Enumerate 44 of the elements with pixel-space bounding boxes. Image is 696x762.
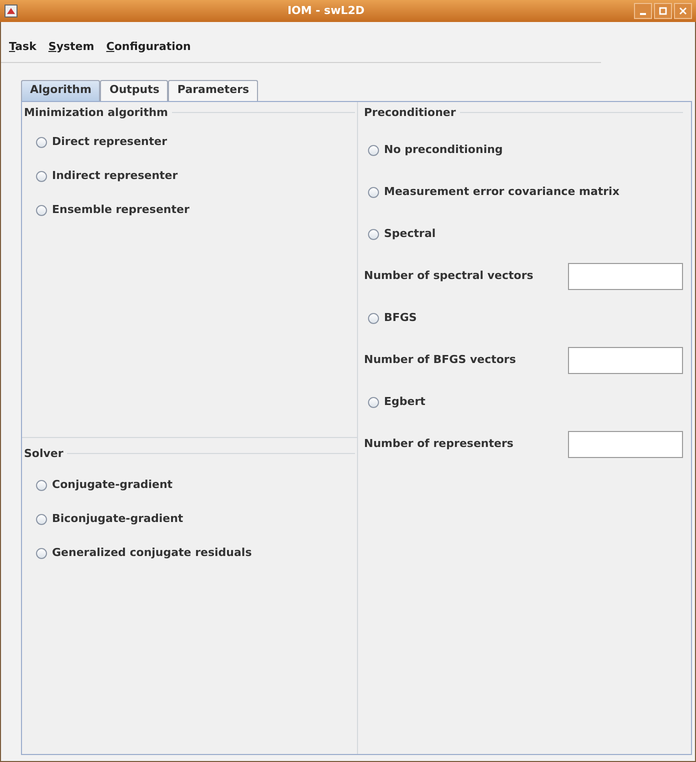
radio-button[interactable]: [36, 514, 47, 524]
radio-label: Egbert: [384, 394, 426, 410]
maximize-icon: [659, 7, 667, 15]
tab[interactable]: Outputs: [100, 80, 168, 100]
radio-label: Generalized conjugate residuals: [52, 544, 252, 561]
menu-item[interactable]: System: [48, 39, 94, 56]
group-title: Minimization algorithm: [24, 104, 168, 120]
radio-button[interactable]: [36, 136, 47, 148]
field-label: Number of representers: [364, 436, 514, 452]
radio-button[interactable]: [36, 548, 47, 558]
radio-label: Conjugate-gradient: [52, 476, 173, 493]
radio-label: Indirect representer: [52, 168, 178, 184]
radio-button[interactable]: [36, 170, 47, 182]
radio-button[interactable]: [368, 228, 379, 240]
input-field[interactable]: [568, 430, 683, 458]
radio-button[interactable]: [368, 186, 379, 198]
menu-item[interactable]: Configuration: [106, 39, 191, 56]
radio-label: Measurement error covariance matrix: [384, 184, 620, 200]
radio-label: Biconjugate-gradient: [52, 510, 184, 527]
radio-label: Ensemble representer: [52, 202, 190, 218]
radio-button[interactable]: [36, 480, 47, 490]
minimize-button[interactable]: [634, 3, 652, 19]
radio-label: Spectral: [384, 226, 436, 242]
close-icon: [679, 7, 687, 15]
close-button[interactable]: [674, 3, 692, 19]
maximize-button[interactable]: [654, 3, 672, 19]
group-title: Solver: [24, 446, 64, 462]
app-icon: [4, 4, 18, 18]
radio-button[interactable]: [368, 396, 379, 408]
tab[interactable]: Algorithm: [21, 80, 100, 100]
radio-button[interactable]: [368, 312, 379, 324]
group-title: Preconditioner: [364, 104, 456, 120]
radio-label: Direct representer: [52, 134, 168, 150]
window-title: IOM - swL2D: [286, 2, 366, 19]
input-field[interactable]: [568, 262, 683, 290]
radio-label: No preconditioning: [384, 142, 503, 158]
field-label: Number of BFGS vectors: [364, 352, 516, 368]
radio-button[interactable]: [368, 144, 379, 156]
tab[interactable]: Parameters: [168, 80, 258, 100]
menu-item[interactable]: Task: [9, 39, 36, 56]
radio-label: BFGS: [384, 310, 417, 326]
radio-button[interactable]: [36, 204, 47, 216]
input-field[interactable]: [568, 346, 683, 374]
field-label: Number of spectral vectors: [364, 268, 534, 284]
